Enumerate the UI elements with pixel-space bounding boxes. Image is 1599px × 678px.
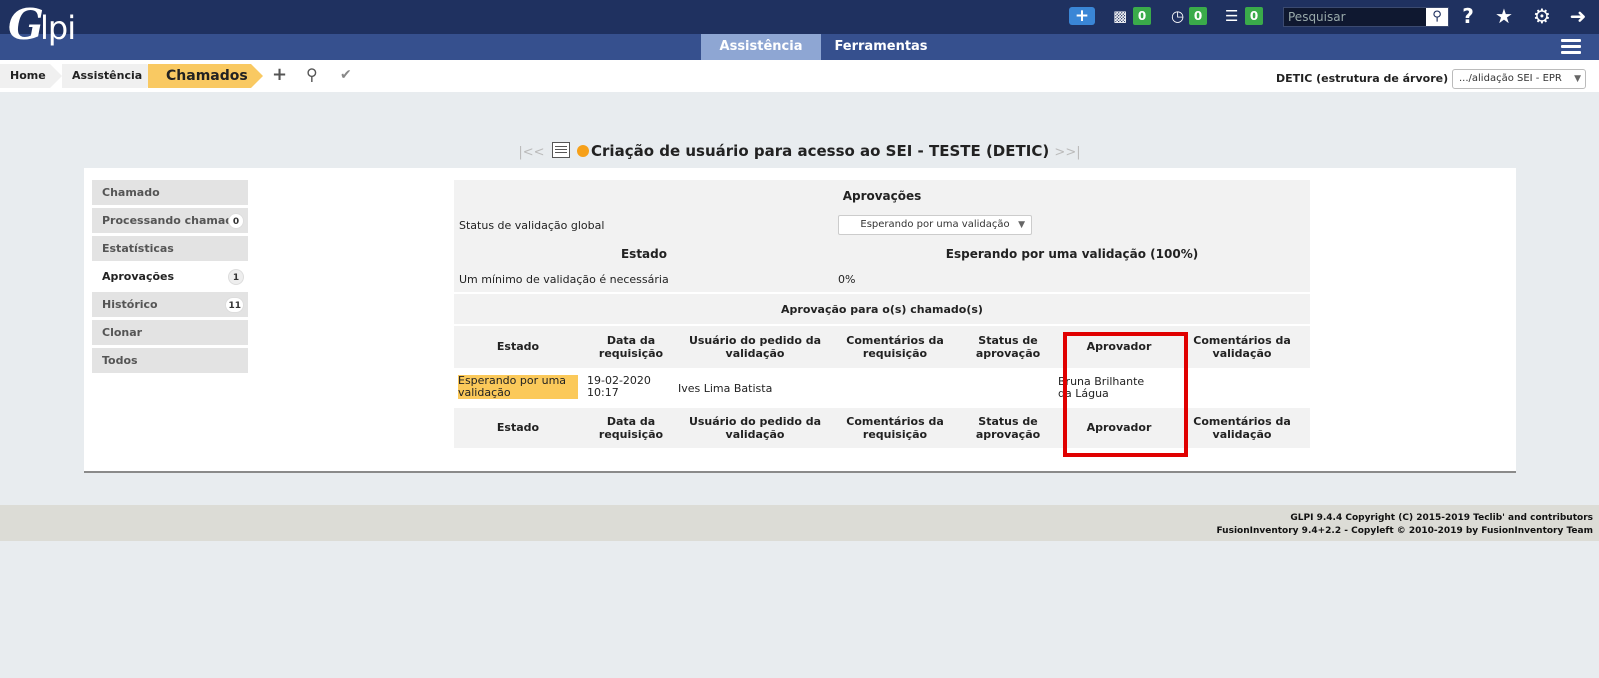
chevron-down-icon: ▼ — [1018, 220, 1025, 230]
first-prev-icon[interactable]: |<< — [518, 145, 544, 160]
add-icon[interactable]: + — [272, 66, 287, 84]
section-title: Aprovações — [842, 189, 922, 203]
col-usuario[interactable]: Usuário do pedido da validação — [680, 415, 830, 441]
crumb-assistencia[interactable]: Assistência — [62, 64, 159, 88]
sidebar-item-label: Chamado — [102, 186, 160, 199]
sidebar-item-label: Aprovações — [102, 270, 175, 283]
crumb-chamados[interactable]: Chamados — [148, 64, 263, 88]
global-status-value: Esperando por uma validação — [860, 219, 1010, 230]
chevron-down-icon: ▼ — [1574, 74, 1581, 84]
sidebar-item-chamado[interactable]: Chamado — [92, 180, 248, 205]
next-last-icon[interactable]: >>| — [1054, 145, 1080, 160]
hamburger-menu-icon[interactable] — [1561, 39, 1581, 55]
sidebar-item-aprovacoes[interactable]: Aprovações 1 — [92, 264, 248, 289]
logout-icon[interactable]: ➜ — [1566, 5, 1590, 27]
global-search: ⚲ — [1283, 7, 1449, 27]
min-validation-value: 0% — [838, 273, 856, 286]
search-input[interactable] — [1284, 8, 1424, 26]
page-title: |<< Criação de usuário para acesso ao SE… — [0, 140, 1599, 164]
col-data[interactable]: Data da requisição — [582, 415, 680, 441]
col-comentarios-val[interactable]: Comentários da validação — [1174, 415, 1310, 441]
top-bar: G lpi + ▩ 0 ◷ 0 ☰ 0 ⚲ ? ★ ⚙ ➜ — [0, 0, 1599, 48]
global-status-select[interactable]: Esperando por uma validação ▼ — [838, 215, 1032, 235]
search-icon[interactable]: ⚲ — [1426, 8, 1448, 26]
checklist-icon[interactable]: ☰ — [1225, 7, 1238, 25]
col-comentarios-req[interactable]: Comentários da requisição — [830, 415, 960, 441]
col-status[interactable]: Status de aprovação — [960, 415, 1056, 441]
clock-counter[interactable]: 0 — [1189, 7, 1207, 25]
list-title: Aprovação para o(s) chamado(s) — [781, 303, 983, 316]
footer-copyright-glpi[interactable]: GLPI 9.4.4 Copyright (C) 2015-2019 Tecli… — [1290, 513, 1593, 523]
col-comentarios-req[interactable]: Comentários da requisição — [830, 334, 960, 360]
page-footer: GLPI 9.4.4 Copyright (C) 2015-2019 Tecli… — [0, 505, 1599, 541]
footer-copyright-fusion[interactable]: FusionInventory 9.4+2.2 - Copyleft © 201… — [1216, 526, 1593, 536]
star-icon[interactable]: ★ — [1492, 5, 1516, 27]
sidebar-item-label: Histórico — [102, 298, 158, 311]
sidebar-item-processando[interactable]: Processando chamado 0 — [92, 208, 248, 233]
state-value: Esperando por uma validação (100%) — [945, 247, 1199, 261]
aprovador-highlight-box — [1063, 332, 1188, 457]
glpi-logo[interactable]: G lpi — [4, 2, 94, 52]
clock-icon[interactable]: ◷ — [1171, 7, 1184, 25]
entity-label: DETIC (estrutura de árvore) — [1276, 72, 1449, 85]
sidebar-item-label: Processando chamado — [102, 214, 241, 227]
create-plus-icon[interactable]: + — [1069, 7, 1095, 25]
crumb-home[interactable]: Home — [0, 64, 62, 88]
ticket-title: Criação de usuário para acesso ao SEI - … — [591, 142, 1050, 160]
col-status[interactable]: Status de aprovação — [960, 334, 1056, 360]
sidebar-item-historico[interactable]: Histórico 11 — [92, 292, 248, 317]
gear-icon[interactable]: ⚙ — [1530, 5, 1554, 27]
col-usuario[interactable]: Usuário do pedido da validação — [680, 334, 830, 360]
row-estado: Esperando por uma validação — [458, 375, 578, 399]
list-icon[interactable] — [551, 142, 570, 158]
checklist-counter[interactable]: 0 — [1245, 7, 1263, 25]
tab-ferramentas[interactable]: Ferramentas — [821, 34, 941, 60]
min-validation-label: Um mínimo de validação é necessária — [459, 273, 669, 286]
entity-select[interactable]: .../alidação SEI - EPR ▼ — [1452, 69, 1586, 89]
state-label: Estado — [620, 247, 667, 261]
sidebar-item-label: Todos — [102, 354, 138, 367]
logo-g: G — [8, 0, 44, 49]
col-data[interactable]: Data da requisição — [582, 334, 680, 360]
sidebar-item-todos[interactable]: Todos — [92, 348, 248, 373]
sidebar-item-estatisticas[interactable]: Estatísticas — [92, 236, 248, 261]
help-icon[interactable]: ? — [1456, 5, 1480, 27]
count-badge: 1 — [228, 269, 244, 285]
sidebar-item-clonar[interactable]: Clonar — [92, 320, 248, 345]
sidebar-item-label: Estatísticas — [102, 242, 174, 255]
approvals-summary: Aprovações Status de validação global Es… — [454, 180, 1310, 292]
col-estado[interactable]: Estado — [454, 421, 582, 434]
search-icon[interactable]: ⚲ — [306, 66, 318, 84]
ticket-panel: Chamado Processando chamado 0 Estatística… — [84, 168, 1516, 473]
validation-icon[interactable]: ✔ — [340, 66, 352, 84]
row-usuario: Ives Lima Batista — [678, 382, 773, 395]
ticket-icon[interactable]: ▩ — [1113, 7, 1127, 25]
breadcrumb: Home Assistência Chamados + ⚲ ✔ DETIC (e… — [0, 60, 1599, 92]
row-data: 19-02-2020 10:17 — [587, 374, 651, 399]
entity-select-value: .../alidação SEI - EPR — [1459, 73, 1562, 84]
global-status-label: Status de validação global — [459, 219, 605, 232]
count-badge: 11 — [225, 297, 244, 313]
approval-list-title: Aprovação para o(s) chamado(s) — [454, 294, 1310, 324]
count-badge: 0 — [228, 213, 244, 229]
logo-lpi: lpi — [40, 9, 76, 47]
status-dot-icon — [577, 145, 590, 157]
main-menu: Assistência Ferramentas — [0, 34, 1599, 60]
tab-assistencia[interactable]: Assistência — [701, 34, 821, 60]
ticket-counter[interactable]: 0 — [1133, 7, 1151, 25]
sidebar-item-label: Clonar — [102, 326, 143, 339]
col-comentarios-val[interactable]: Comentários da validação — [1174, 334, 1310, 360]
col-estado[interactable]: Estado — [454, 340, 582, 353]
